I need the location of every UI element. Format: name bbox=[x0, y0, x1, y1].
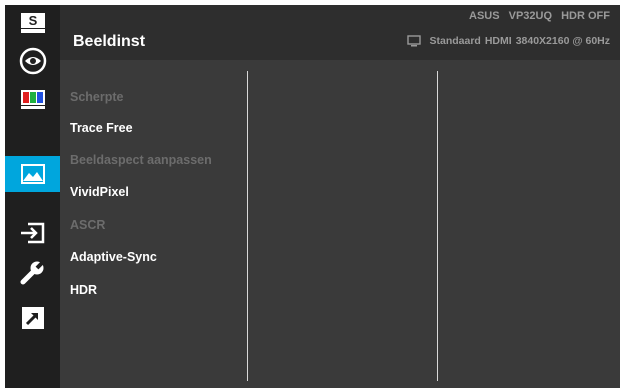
mode-label: Standaard bbox=[429, 35, 481, 47]
column-divider-2 bbox=[437, 71, 438, 381]
image-icon bbox=[20, 164, 45, 184]
menu-item-beeldaspect: Beeldaspect aanpassen bbox=[70, 153, 212, 167]
model-info: ASUS VP32UQ HDR OFF bbox=[463, 10, 610, 22]
hdr-status: HDR OFF bbox=[561, 10, 610, 22]
column-divider-1 bbox=[247, 71, 248, 381]
osd-menu: S Beeldinst ASUS VP32UQ HDR OFF Standaar… bbox=[5, 5, 620, 388]
menu-item-scherpte: Scherpte bbox=[70, 90, 124, 104]
sidebar-item-eye-care[interactable] bbox=[5, 43, 60, 79]
sidebar-item-shortcut[interactable] bbox=[5, 300, 60, 336]
shortcut-arrow-icon bbox=[21, 307, 44, 329]
input-select-icon bbox=[20, 222, 44, 244]
sidebar-item-image[interactable] bbox=[5, 156, 60, 192]
menu-item-trace-free[interactable]: Trace Free bbox=[70, 121, 133, 135]
sidebar-item-color[interactable] bbox=[5, 81, 60, 117]
menu-item-hdr[interactable]: HDR bbox=[70, 283, 97, 297]
menu-item-adaptive-sync[interactable]: Adaptive-Sync bbox=[70, 250, 157, 264]
wrench-icon bbox=[20, 260, 45, 285]
monitor-icon bbox=[407, 35, 422, 47]
sidebar-item-system[interactable] bbox=[5, 255, 60, 291]
color-bars-icon bbox=[20, 90, 45, 109]
sidebar-item-splendid[interactable]: S bbox=[5, 5, 60, 41]
menu-item-vividpixel[interactable]: VividPixel bbox=[70, 185, 129, 199]
model-name: VP32UQ bbox=[508, 10, 553, 22]
splendid-icon: S bbox=[20, 13, 45, 33]
sidebar-item-input[interactable] bbox=[5, 215, 60, 251]
svg-text:S: S bbox=[28, 13, 37, 28]
input-label: HDMI bbox=[484, 35, 512, 47]
signal-status: Standaard HDMI 3840X2160 @ 60Hz bbox=[407, 35, 610, 47]
menu-item-ascr: ASCR bbox=[70, 218, 106, 232]
resolution-label: 3840X2160 @ 60Hz bbox=[515, 35, 610, 47]
header: Beeldinst ASUS VP32UQ HDR OFF Standaard … bbox=[60, 5, 620, 60]
sidebar: S bbox=[5, 5, 60, 388]
brand-label: ASUS bbox=[469, 10, 500, 22]
page-title: Beeldinst bbox=[73, 33, 146, 50]
eye-icon bbox=[19, 47, 46, 75]
